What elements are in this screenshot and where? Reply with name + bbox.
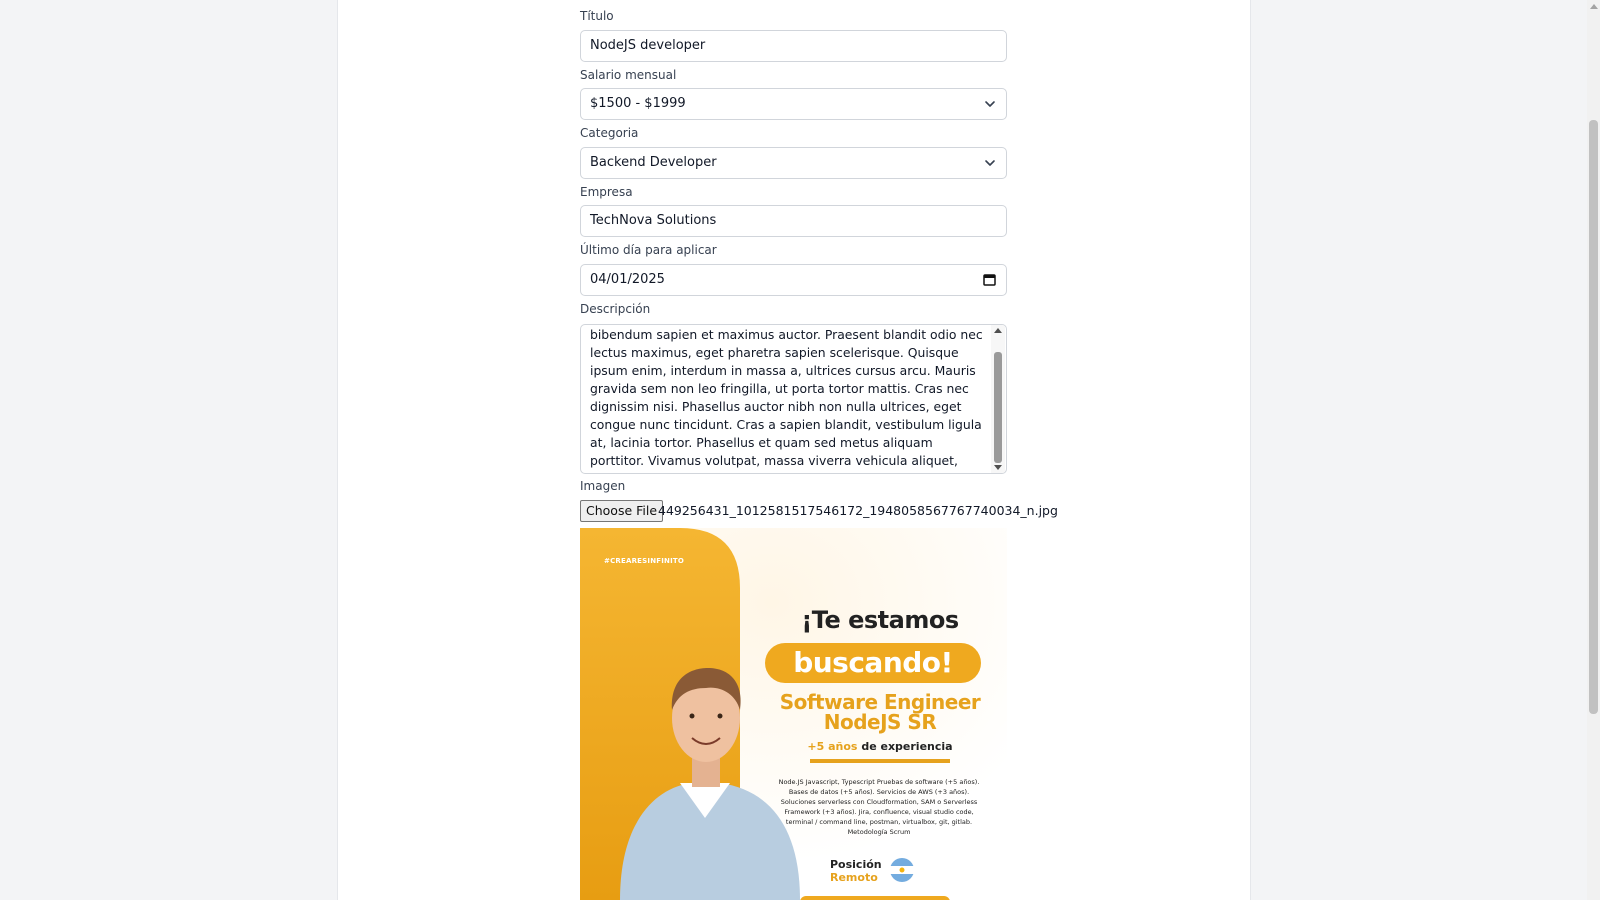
- poster-experience: +5 años de experiencia: [765, 740, 995, 753]
- poster-skills: Node.JS Javascript, Typescript Pruebas d…: [778, 778, 980, 836]
- poster-role-line2: NodeJS SR: [823, 710, 937, 734]
- empresa-value: TechNova Solutions: [590, 213, 717, 228]
- descripcion-label: Descripción: [580, 302, 651, 316]
- poster-hashtag: #CREARESINFINITO: [604, 557, 685, 565]
- titulo-input[interactable]: NodeJS developer: [580, 30, 1007, 62]
- descripcion-text: bibendum sapien et maximus auctor. Praes…: [590, 327, 983, 473]
- empresa-input[interactable]: TechNova Solutions: [580, 205, 1007, 237]
- selected-filename: 449256431_1012581517546172_1948058567767…: [658, 503, 1058, 518]
- salario-label: Salario mensual: [580, 68, 677, 82]
- page-scroll-thumb[interactable]: [1589, 120, 1598, 714]
- scroll-up-arrow-icon[interactable]: [1590, 4, 1598, 9]
- poster-headline-pill: buscando!: [765, 643, 981, 683]
- poster-headline: ¡Te estamos: [801, 606, 959, 634]
- calendar-icon[interactable]: [982, 272, 997, 287]
- choose-file-button[interactable]: Choose File: [580, 500, 664, 522]
- categoria-label: Categoria: [580, 126, 639, 140]
- poster-position-label: Posición: [830, 858, 882, 871]
- titulo-value: NodeJS developer: [590, 38, 706, 53]
- scroll-up-arrow-icon[interactable]: [994, 328, 1002, 333]
- ultimo-dia-label: Último día para aplicar: [580, 243, 717, 257]
- poster-cta-bar: [800, 896, 950, 900]
- categoria-select[interactable]: Backend Developer: [580, 147, 1007, 179]
- imagen-label: Imagen: [580, 479, 626, 493]
- poster-exp-rest: de experiencia: [857, 740, 953, 753]
- poster-position: Posición Remoto: [830, 858, 882, 884]
- chevron-down-icon: [985, 160, 995, 166]
- chevron-down-icon: [985, 101, 995, 107]
- textarea-scrollbar[interactable]: [991, 325, 1005, 473]
- ultimo-dia-date-input[interactable]: 04/01/2025: [580, 264, 1007, 296]
- titulo-label: Título: [580, 9, 614, 23]
- textarea-scroll-thumb[interactable]: [994, 352, 1002, 463]
- image-preview: #CREARESINFINITO ¡Te estamos buscando! S…: [580, 528, 1007, 900]
- salario-select[interactable]: $1500 - $1999: [580, 88, 1007, 120]
- poster-position-value: Remoto: [830, 871, 878, 884]
- poster-divider: [810, 759, 950, 763]
- empresa-label: Empresa: [580, 185, 633, 199]
- categoria-value: Backend Developer: [590, 155, 717, 170]
- page-scrollbar[interactable]: [1587, 0, 1600, 900]
- descripcion-textarea[interactable]: bibendum sapien et maximus auctor. Praes…: [580, 324, 1007, 474]
- ultimo-dia-value: 04/01/2025: [590, 272, 665, 287]
- poster-exp-highlight: +5 años: [807, 740, 858, 753]
- salario-value: $1500 - $1999: [590, 96, 686, 111]
- scroll-down-arrow-icon[interactable]: [994, 465, 1002, 470]
